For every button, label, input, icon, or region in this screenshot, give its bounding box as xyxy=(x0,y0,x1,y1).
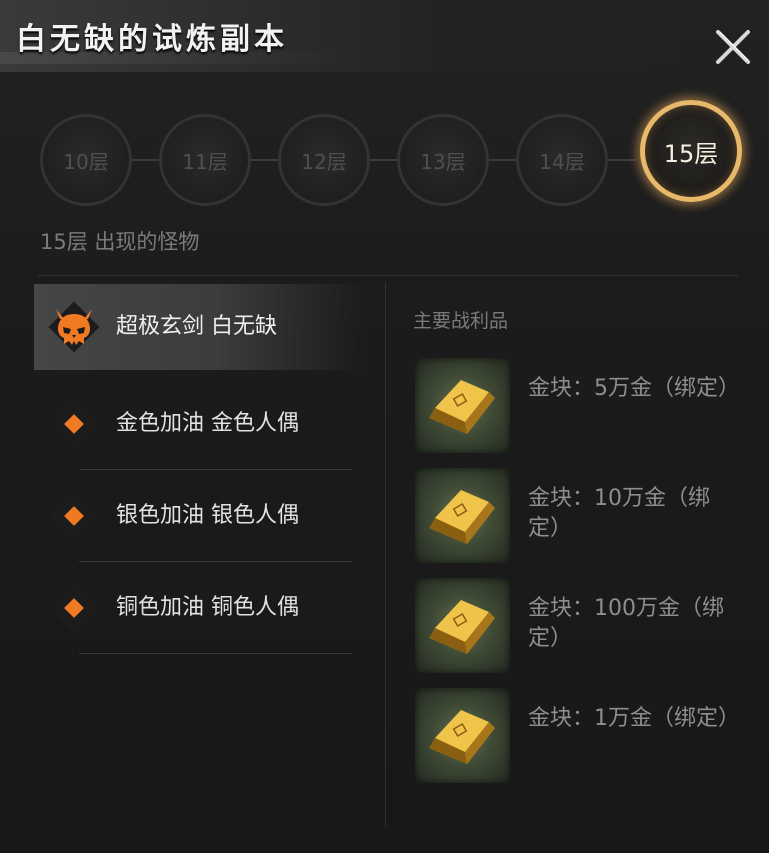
loot-text: 金块：1万金（绑定） xyxy=(528,706,740,731)
gold-bar-icon xyxy=(415,578,510,673)
orange-diamond-icon xyxy=(48,398,100,450)
monster-name: 超极玄剑 白无缺 xyxy=(116,314,277,339)
gold-bar-icon xyxy=(415,358,510,453)
section-divider xyxy=(38,275,738,276)
monster-icon-frame xyxy=(48,301,100,353)
boss-skull-icon xyxy=(56,309,92,345)
floor-14-button[interactable]: 14层 xyxy=(516,114,608,206)
floor-11-button[interactable]: 11层 xyxy=(159,114,251,206)
orange-diamond-icon xyxy=(48,490,100,542)
trial-dungeon-panel: 白无缺的试炼副本 10层 11层 12层 13层 14层 15层 15层 出现的… xyxy=(0,0,769,853)
loot-section-title: 主要战利品 xyxy=(413,310,509,332)
loot-item[interactable]: 金块：10万金（绑定） xyxy=(415,468,735,578)
floor-10-button[interactable]: 10层 xyxy=(40,114,132,206)
floor-connector xyxy=(608,159,636,161)
floor-13-button[interactable]: 13层 xyxy=(397,114,489,206)
floor-monsters-subtitle: 15层 出现的怪物 xyxy=(40,230,200,254)
loot-list: 金块：5万金（绑定） 金块：10万金（绑定） 金块：100万金（绑定） 金块：1… xyxy=(415,358,740,798)
monster-item[interactable]: 银色加油 银色人偶 xyxy=(34,470,364,562)
floor-connector xyxy=(489,159,517,161)
loot-text: 金块：5万金（绑定） xyxy=(528,376,740,401)
list-separator xyxy=(79,653,352,654)
monster-item[interactable]: 铜色加油 铜色人偶 xyxy=(34,562,364,654)
floor-connector xyxy=(251,159,279,161)
floor-selector: 10层 11层 12层 13层 14层 15层 xyxy=(40,100,742,208)
floor-connector xyxy=(132,159,160,161)
monster-item-boss[interactable]: 超极玄剑 白无缺 xyxy=(34,284,364,370)
monster-name: 铜色加油 铜色人偶 xyxy=(116,595,299,620)
orange-diamond-icon xyxy=(48,582,100,634)
column-divider xyxy=(385,282,386,827)
loot-text: 金块：10万金（绑定） xyxy=(528,486,710,541)
loot-item[interactable]: 金块：100万金（绑定） xyxy=(415,578,735,688)
loot-item[interactable]: 金块：1万金（绑定） xyxy=(415,688,740,798)
floor-12-button[interactable]: 12层 xyxy=(278,114,370,206)
floor-15-button[interactable]: 15层 xyxy=(640,100,742,202)
loot-item[interactable]: 金块：5万金（绑定） xyxy=(415,358,740,468)
loot-text: 金块：100万金（绑定） xyxy=(528,596,724,651)
gold-bar-icon xyxy=(415,688,510,783)
monster-list: 超极玄剑 白无缺 金色加油 金色人偶 银色加油 银色人偶 铜色加油 铜色人偶 xyxy=(34,284,364,654)
close-icon xyxy=(716,30,750,64)
monster-item[interactable]: 金色加油 金色人偶 xyxy=(34,378,364,470)
floor-connector xyxy=(370,159,398,161)
gold-bar-icon xyxy=(415,468,510,563)
monster-name: 银色加油 银色人偶 xyxy=(116,503,299,528)
monster-name: 金色加油 金色人偶 xyxy=(116,411,299,436)
panel-title: 白无缺的试炼副本 xyxy=(16,22,288,57)
close-button[interactable] xyxy=(710,24,756,70)
